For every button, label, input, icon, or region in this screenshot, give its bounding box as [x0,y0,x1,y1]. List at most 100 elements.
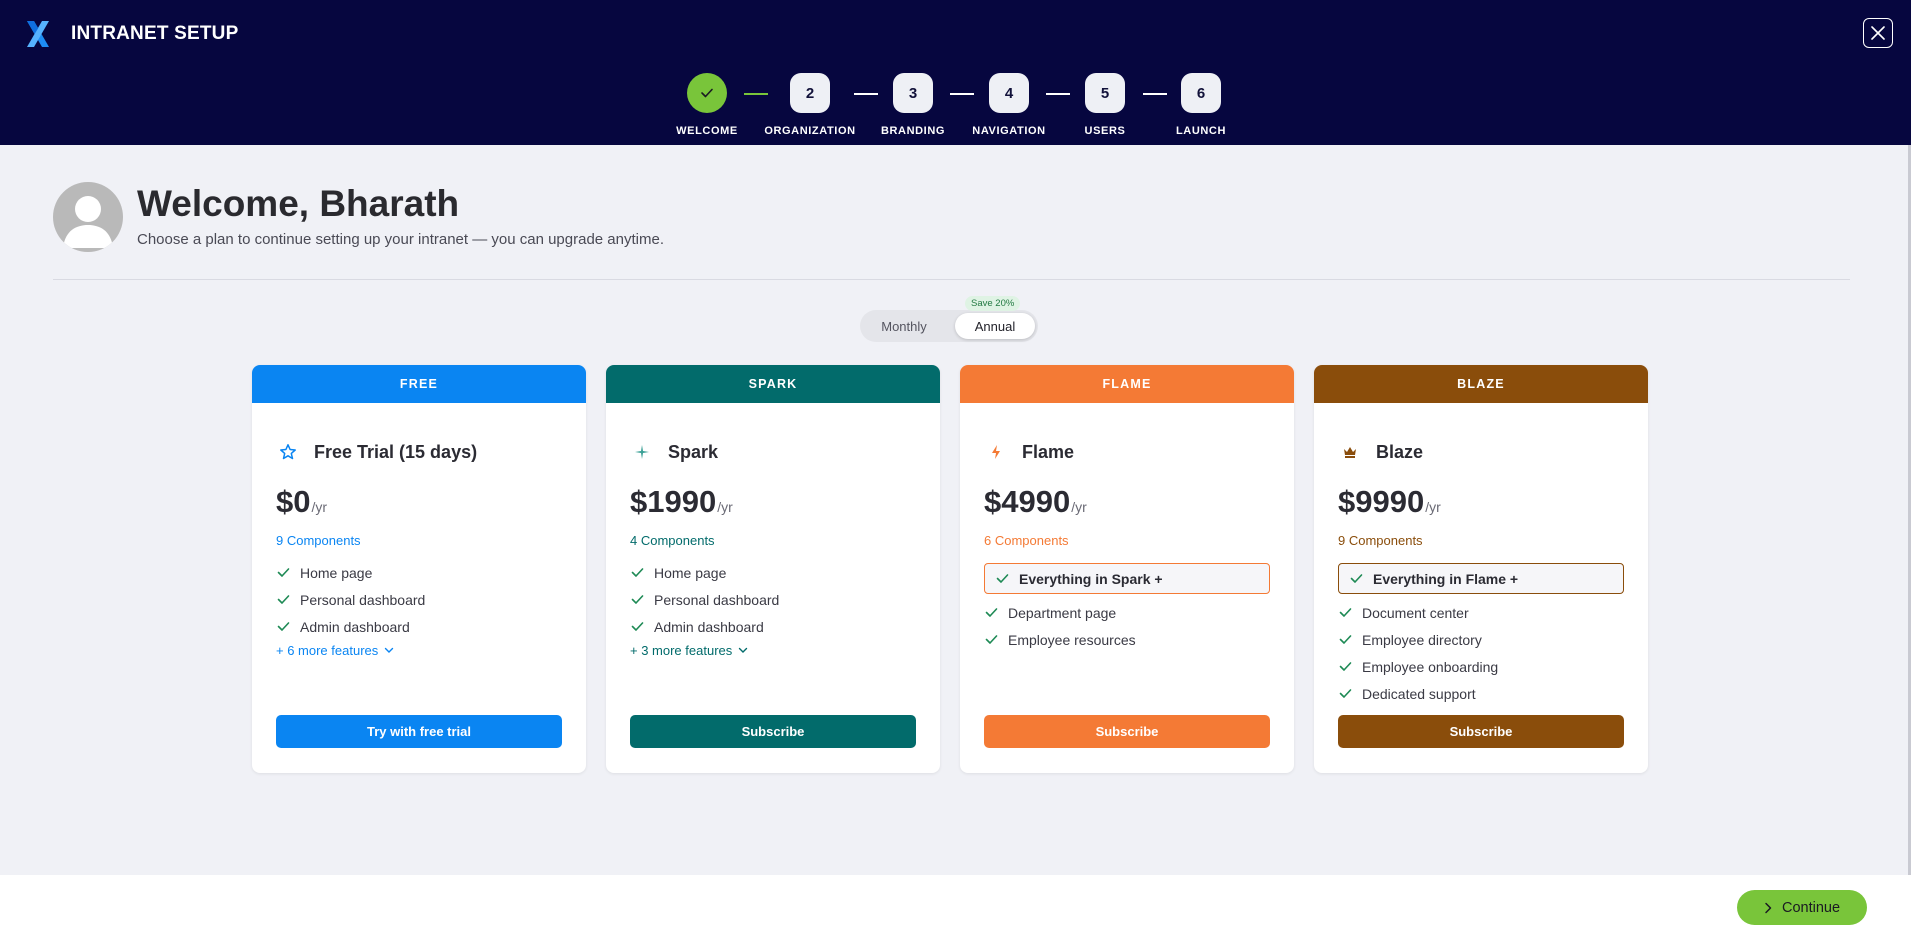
list-item: Document center [1338,599,1498,626]
app-title: INTRANET SETUP [71,23,239,44]
page-subtitle: Choose a plan to continue setting up you… [137,231,664,248]
component-count: 4 Components [630,533,715,548]
check-icon [630,566,644,580]
footer: Continue [0,875,1911,936]
check-icon [630,593,644,607]
component-count: 9 Components [276,533,361,548]
plan-price: $4990 /yr [984,484,1087,520]
step-organization[interactable]: 2 ORGANIZATION [750,73,870,137]
try-free-trial-button[interactable]: Try with free trial [276,715,562,748]
check-icon [1338,606,1352,620]
list-item: Home page [630,559,779,586]
step-branding-circle: 3 [893,73,933,113]
more-features-link[interactable]: + 3 more features [630,643,748,658]
check-icon [1338,687,1352,701]
plan-price: $9990 /yr [1338,484,1441,520]
includes-label: Everything in Flame + [1373,570,1519,587]
feature-label: Employee resources [1008,631,1136,648]
plan-name-row: Flame [984,440,1074,464]
step-branding-label: BRANDING [880,125,946,137]
feature-label: Admin dashboard [300,618,410,635]
billing-annual-option[interactable]: Annual [955,313,1035,339]
plan-price: $1990 /yr [630,484,733,520]
subscribe-flame-button[interactable]: Subscribe [984,715,1270,748]
more-features-link[interactable]: + 6 more features [276,643,394,658]
list-item: Admin dashboard [630,613,779,640]
plan-card-blaze: BLAZE Blaze $9990 /yr 9 Components Every… [1314,365,1648,773]
plan-band: FREE [252,365,586,403]
feature-list: Document center Employee directory Emplo… [1338,599,1498,707]
setup-stepper: WELCOME 2 ORGANIZATION 3 BRANDING 4 NAVI… [0,73,1911,137]
app-logo-icon [27,21,49,47]
check-icon [276,566,290,580]
feature-label: Employee onboarding [1362,658,1499,675]
close-button[interactable] [1863,18,1893,48]
feature-label: Personal dashboard [654,591,780,608]
price-amount: $1990 [630,484,717,519]
includes-box: Everything in Flame + [1338,563,1624,594]
save-badge: Save 20% [965,296,1021,311]
feature-label: Dedicated support [1362,685,1476,702]
list-item: Personal dashboard [276,586,425,613]
continue-button[interactable]: Continue [1737,890,1867,925]
billing-toggle: Monthly Annual [860,310,1038,342]
setup-header: INTRANET SETUP WELCOME 2 ORGANIZATION 3 … [0,0,1911,145]
plan-name: Spark [668,441,719,462]
price-period: /yr [717,499,733,515]
subscribe-blaze-button[interactable]: Subscribe [1338,715,1624,748]
step-launch-label: LAUNCH [1175,125,1227,137]
step-welcome[interactable]: WELCOME [647,73,767,137]
check-icon [1349,572,1363,586]
price-amount: $4990 [984,484,1071,519]
check-icon [984,606,998,620]
chevron-down-icon [739,647,748,653]
price-amount: $9990 [1338,484,1425,519]
close-icon [1871,26,1885,40]
feature-label: Employee directory [1362,631,1482,648]
step-launch[interactable]: 6 LAUNCH [1141,73,1261,137]
plan-band: BLAZE [1314,365,1648,403]
check-icon [276,620,290,634]
step-users-label: USERS [1084,125,1126,137]
plan-price: $0 /yr [276,484,327,520]
includes-label: Everything in Spark + [1019,570,1163,587]
more-features-label: + 3 more features [630,643,733,658]
billing-monthly-option[interactable]: Monthly [864,313,944,339]
list-item: Employee directory [1338,626,1498,653]
crown-icon [1338,440,1362,464]
chevron-down-icon [385,647,394,653]
price-period: /yr [1425,499,1441,515]
check-icon [995,572,1009,586]
price-amount: $0 [276,484,311,519]
list-item: Admin dashboard [276,613,425,640]
list-item: Home page [276,559,425,586]
step-users-circle: 5 [1085,73,1125,113]
user-icon [63,196,113,248]
plan-name-row: Free Trial (15 days) [276,440,477,464]
list-item: Employee onboarding [1338,653,1498,680]
check-icon [1338,660,1352,674]
check-icon [630,620,644,634]
plan-name-row: Spark [630,440,718,464]
list-item: Dedicated support [1338,680,1498,707]
step-navigation-label: NAVIGATION [972,125,1046,137]
plan-card-spark: SPARK Spark $1990 /yr 4 Components Home … [606,365,940,773]
avatar [53,182,123,252]
plan-card-free: FREE Free Trial (15 days) $0 /yr 9 Compo… [252,365,586,773]
step-navigation-circle: 4 [989,73,1029,113]
page-title: Welcome, Bharath [137,183,460,224]
plan-name: Free Trial (15 days) [314,441,478,462]
brand: INTRANET SETUP [25,20,238,48]
feature-list: Home page Personal dashboard Admin dashb… [276,559,425,640]
feature-label: Admin dashboard [654,618,764,635]
plan-band: SPARK [606,365,940,403]
check-icon [701,88,713,98]
more-features-label: + 6 more features [276,643,379,658]
step-welcome-circle [687,73,727,113]
step-organization-label: ORGANIZATION [764,125,856,137]
divider [53,279,1850,280]
check-icon [984,633,998,647]
bolt-icon [984,440,1008,464]
subscribe-spark-button[interactable]: Subscribe [630,715,916,748]
sparkle-icon [630,440,654,464]
